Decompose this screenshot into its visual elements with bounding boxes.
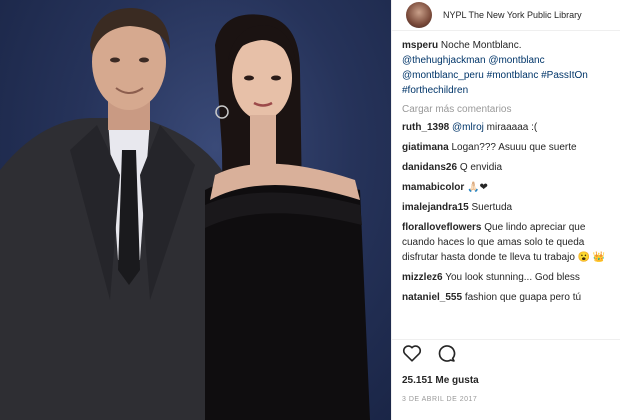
man-figure	[0, 8, 240, 420]
caption-tags-2[interactable]: @montblanc_peru #montblanc #PassItOn	[402, 70, 588, 81]
caption-text: Noche Montblanc.	[440, 40, 522, 51]
post-date: 3 DE ABRIL DE 2017	[402, 396, 478, 403]
comment-text: You look stunning... God bless	[445, 272, 580, 283]
comment-text: Logan??? Asuuu que suerte	[451, 142, 577, 153]
load-more-comments[interactable]: Cargar más comentarios	[402, 102, 616, 117]
post-photo[interactable]	[0, 0, 391, 420]
caption-tags-1[interactable]: @thehughjackman @montblanc	[402, 55, 545, 66]
comment-username[interactable]: imalejandra15	[402, 202, 469, 213]
comment-mention[interactable]: @mlroj	[452, 122, 484, 133]
caption: msperu Noche Montblanc. @thehughjackman …	[402, 38, 616, 98]
comments-section[interactable]: msperu Noche Montblanc. @thehughjackman …	[402, 38, 616, 338]
action-bar	[402, 343, 456, 368]
post-side-panel: NYPL The New York Public Library msperu …	[391, 0, 620, 420]
comment-item: mizzlez6 You look stunning... God bless	[402, 270, 616, 285]
comment-item: danidans26 Q envidia	[402, 160, 616, 175]
comment-item: ruth_1398 @mlroj miraaaaa :(	[402, 120, 616, 135]
caption-username[interactable]: msperu	[402, 40, 438, 51]
comment-item: nataniel_555 fashion que guapa pero tú	[402, 290, 616, 305]
avatar[interactable]	[406, 2, 432, 28]
comment-text: Suertuda	[471, 202, 513, 213]
comment-username[interactable]: giatimana	[402, 142, 449, 153]
comment-item: giatimana Logan??? Asuuu que suerte	[402, 140, 616, 155]
comment-username[interactable]: mamabicolor	[402, 182, 464, 193]
woman-figure	[205, 14, 370, 420]
comment-username[interactable]: danidans26	[402, 162, 457, 173]
comment-text: Q envidia	[459, 162, 503, 173]
comment-text: 🙏🏻❤	[467, 182, 488, 193]
comment-item: mamabicolor 🙏🏻❤	[402, 180, 616, 195]
comment-item: imalejandra15 Suertuda	[402, 200, 616, 215]
comment-username[interactable]: nataniel_555	[402, 292, 462, 303]
like-count[interactable]: 25.151 Me gusta	[402, 375, 479, 386]
comment-username[interactable]: mizzlez6	[402, 272, 443, 283]
comment-username[interactable]: floralloveflowers	[402, 222, 481, 233]
location-link[interactable]: NYPL The New York Public Library	[443, 10, 582, 20]
comment-text: miraaaaa :(	[486, 122, 538, 133]
caption-tags-3[interactable]: #forthechildren	[402, 85, 468, 96]
comment-icon[interactable]	[436, 343, 456, 368]
post-header: NYPL The New York Public Library	[392, 0, 620, 31]
comment-item: floralloveflowers Que lindo apreciar que…	[402, 220, 616, 265]
heart-icon[interactable]	[402, 344, 422, 367]
divider	[392, 339, 620, 340]
comment-username[interactable]: ruth_1398	[402, 122, 449, 133]
comment-text: fashion que guapa pero tú	[464, 292, 582, 303]
